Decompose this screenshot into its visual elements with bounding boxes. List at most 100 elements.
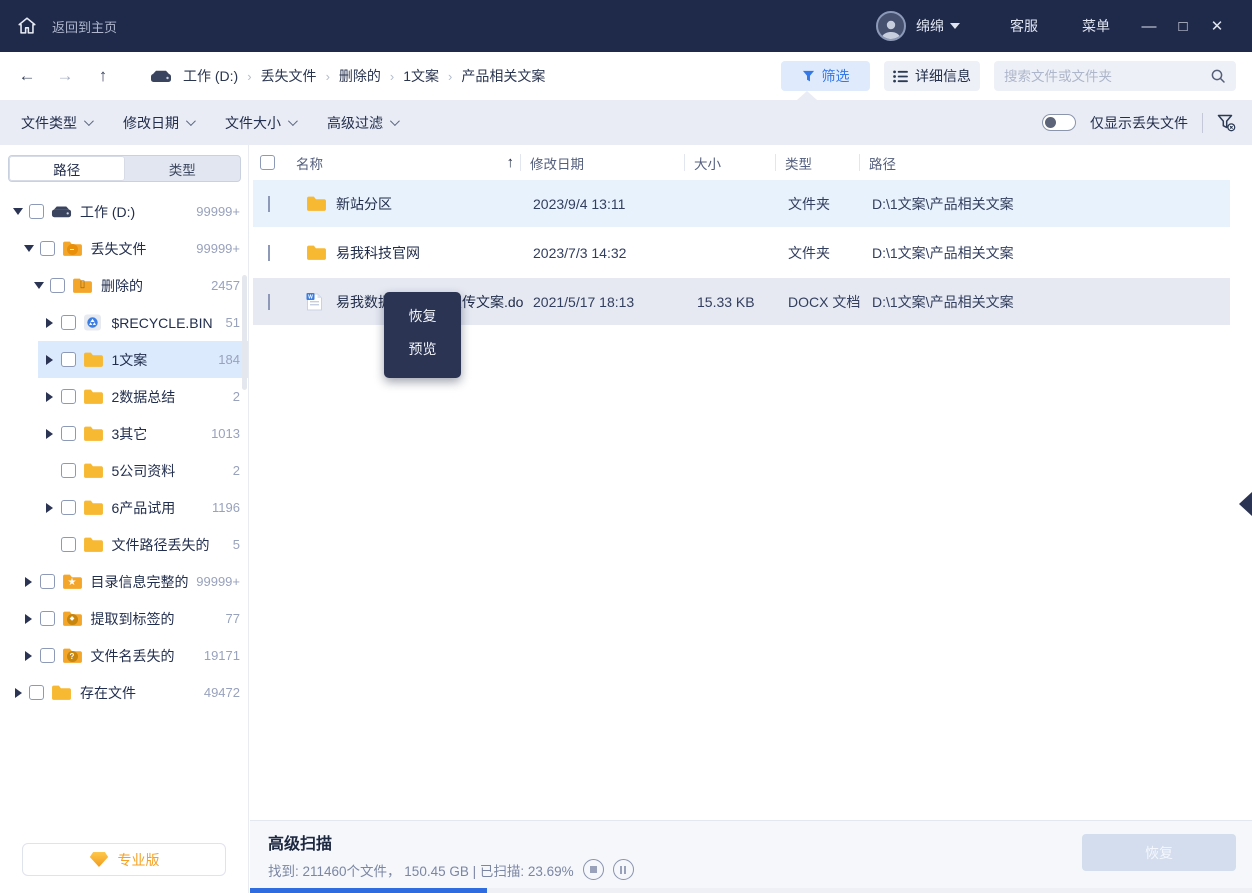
menu-link[interactable]: 菜单 (1082, 16, 1110, 36)
nav-up-icon[interactable]: ↑ (84, 66, 122, 86)
search-input[interactable] (1004, 69, 1210, 84)
collapse-panel-arrow-icon[interactable] (1239, 492, 1252, 516)
tree-item-2数据总结[interactable]: 2数据总结2 (38, 378, 249, 415)
nav-forward-icon[interactable]: → (46, 66, 84, 86)
tree-checkbox[interactable] (40, 611, 55, 626)
close-button[interactable]: ✕ (1200, 17, 1234, 35)
tree-item-3其它[interactable]: 3其它1013 (38, 415, 249, 452)
expand-arrow-icon[interactable] (44, 503, 56, 513)
column-header-name[interactable]: 名称 ↑ (286, 145, 520, 180)
recover-button[interactable]: 恢复 (1082, 834, 1236, 871)
tree-item-文件名丢失的[interactable]: ?文件名丢失的19171 (17, 637, 249, 674)
scan-mode-title: 高级扫描 (268, 830, 332, 854)
expand-arrow-icon[interactable] (44, 392, 56, 402)
tree-item-删除的[interactable]: ▯删除的2457 (27, 267, 248, 304)
tree-item-存在文件[interactable]: 存在文件49472 (6, 674, 248, 711)
maximize-button[interactable]: □ (1166, 18, 1200, 35)
home-icon[interactable] (16, 15, 38, 37)
collapse-arrow-icon[interactable] (33, 282, 45, 289)
expand-arrow-icon[interactable] (12, 688, 24, 698)
filter-dropdown[interactable]: 高级过滤 (327, 113, 397, 133)
row-checkbox[interactable] (268, 196, 270, 212)
expand-arrow-icon[interactable] (23, 614, 35, 624)
breadcrumb-item[interactable]: 1文案 (403, 66, 439, 86)
tree-checkbox[interactable] (50, 278, 65, 293)
breadcrumb-item[interactable]: 工作 (D:) (183, 66, 238, 86)
tab-路径[interactable]: 路径 (9, 156, 125, 181)
row-checkbox[interactable] (268, 245, 270, 261)
filter-button[interactable]: 筛选 (781, 61, 870, 91)
clear-filter-icon[interactable] (1217, 114, 1236, 132)
tree-item-1文案[interactable]: 1文案184 (38, 341, 249, 378)
tree-item-丢失文件[interactable]: –丢失文件99999+ (17, 230, 249, 267)
tab-类型[interactable]: 类型 (125, 156, 241, 181)
column-header-size[interactable]: 大小 (684, 145, 775, 180)
pro-version-button[interactable]: 专业版 (22, 843, 226, 876)
tree-item-label: 5公司资料 (112, 461, 176, 481)
tree-item-文件路径丢失的[interactable]: 文件路径丢失的5 (38, 526, 249, 563)
breadcrumb-item[interactable]: 删除的 (339, 66, 381, 86)
search-icon[interactable] (1210, 68, 1226, 84)
tree-item-目录信息完整的[interactable]: ★目录信息完整的99999+ (17, 563, 249, 600)
breadcrumb-item[interactable]: 丢失文件 (261, 66, 317, 86)
filter-dropdown[interactable]: 文件类型 (21, 113, 91, 133)
tree-checkbox[interactable] (29, 204, 44, 219)
tree-item-提取到标签的[interactable]: ◆提取到标签的77 (17, 600, 249, 637)
expand-arrow-icon[interactable] (23, 651, 35, 661)
expand-arrow-icon[interactable] (23, 577, 35, 587)
folder-star-icon: ★ (62, 573, 83, 590)
filter-dropdown[interactable]: 修改日期 (123, 113, 193, 133)
tree-checkbox[interactable] (40, 574, 55, 589)
toolbar: ← → ↑ 工作 (D:)›丢失文件›删除的›1文案›产品相关文案 筛选 详细信… (0, 52, 1252, 100)
pause-scan-button[interactable] (613, 859, 634, 880)
tree-checkbox[interactable] (29, 685, 44, 700)
tree-checkbox[interactable] (61, 426, 76, 441)
lost-files-only-toggle[interactable] (1042, 114, 1076, 131)
expand-arrow-icon[interactable] (44, 355, 56, 365)
filter-panel-pointer (797, 91, 817, 100)
expand-arrow-icon[interactable] (44, 318, 56, 328)
tree-checkbox[interactable] (61, 463, 76, 478)
nav-back-icon[interactable]: ← (8, 66, 46, 86)
chevron-down-icon (288, 116, 298, 126)
tree-checkbox[interactable] (61, 389, 76, 404)
context-menu-item-预览[interactable]: 预览 (384, 333, 461, 366)
table-row[interactable]: 新站分区2023/9/4 13:11文件夹D:\1文案\产品相关文案 (253, 180, 1230, 227)
table-row[interactable]: 易我科技官网2023/7/3 14:32文件夹D:\1文案\产品相关文案 (253, 229, 1230, 276)
tree-checkbox[interactable] (61, 315, 76, 330)
row-checkbox-cell (253, 245, 289, 261)
select-all-checkbox[interactable] (260, 155, 275, 170)
avatar[interactable] (876, 11, 906, 41)
collapse-arrow-icon[interactable] (12, 208, 24, 215)
support-link[interactable]: 客服 (1010, 16, 1038, 36)
collapse-arrow-icon[interactable] (23, 245, 35, 252)
tree-checkbox[interactable] (61, 352, 76, 367)
context-menu-item-恢复[interactable]: 恢复 (384, 300, 461, 333)
tree-item-5公司资料[interactable]: 5公司资料2 (38, 452, 249, 489)
column-header-type[interactable]: 类型 (775, 145, 859, 180)
expand-arrow-icon[interactable] (44, 429, 56, 439)
minimize-button[interactable]: — (1132, 18, 1166, 35)
tree-checkbox[interactable] (61, 500, 76, 515)
tree-checkbox[interactable] (40, 648, 55, 663)
tree-checkbox[interactable] (40, 241, 55, 256)
sidebar-scrollbar[interactable] (242, 275, 247, 390)
chevron-down-icon[interactable] (950, 23, 960, 29)
column-header-date[interactable]: 修改日期 (520, 145, 684, 180)
tree-item-count: 2457 (211, 278, 240, 293)
column-header-path[interactable]: 路径 (859, 145, 1252, 180)
stop-scan-button[interactable] (583, 859, 604, 880)
filter-dropdown[interactable]: 文件大小 (225, 113, 295, 133)
row-checkbox[interactable] (268, 294, 270, 310)
breadcrumb-item[interactable]: 产品相关文案 (461, 66, 545, 86)
tree-item-$RECYCLE.BIN[interactable]: $RECYCLE.BIN51 (38, 304, 249, 341)
tree-checkbox[interactable] (61, 537, 76, 552)
sort-ascending-icon[interactable]: ↑ (507, 154, 515, 171)
tree-item-label: $RECYCLE.BIN (112, 315, 213, 331)
tree-item-工作 (D:)[interactable]: 工作 (D:)99999+ (6, 193, 248, 230)
tree-item-6产品试用[interactable]: 6产品试用1196 (38, 489, 249, 526)
details-button[interactable]: 详细信息 (884, 61, 980, 91)
tree-item-count: 1013 (211, 426, 240, 441)
back-home-label[interactable]: 返回到主页 (52, 17, 117, 36)
username[interactable]: 绵绵 (916, 16, 944, 36)
